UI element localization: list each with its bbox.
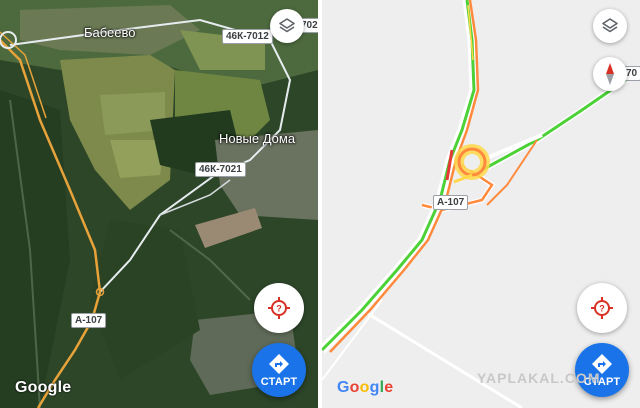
road-shield-a-107: A-107 (71, 313, 107, 328)
place-label-babeevo: Бабеево (84, 25, 136, 40)
compass-button[interactable] (593, 57, 627, 91)
start-label: СТАРТ (260, 375, 298, 388)
place-label-novye-doma: Новые Дома (219, 131, 296, 146)
compass-icon (606, 63, 614, 85)
unknown-location-icon: ? (591, 297, 613, 319)
start-navigation-button[interactable]: СТАРТ (252, 343, 306, 397)
navigation-arrow-icon (269, 353, 289, 374)
watermark: YAPLAKAL.COM (477, 370, 601, 386)
layers-button[interactable] (593, 9, 627, 43)
svg-text:?: ? (276, 304, 282, 314)
my-location-button[interactable]: ? (254, 283, 304, 333)
google-logo: Google (15, 379, 72, 396)
unknown-location-icon: ? (268, 297, 290, 319)
layers-icon (279, 18, 295, 33)
my-location-button[interactable]: ? (577, 283, 627, 333)
screenshot-root: Бабеево Новые Дома 46К-7012 46К-7021 A-1… (0, 0, 640, 408)
traffic-map-panel[interactable]: A-107 70 ? СТАРТ YAPLAKAL.COM Google (322, 0, 640, 408)
road-shield-46k-7012: 46К-7012 (222, 29, 273, 44)
google-logo: Google (337, 379, 394, 396)
svg-text:?: ? (599, 304, 605, 314)
satellite-map-panel[interactable]: Бабеево Новые Дома 46К-7012 46К-7021 A-1… (0, 0, 318, 408)
layers-icon (602, 18, 618, 33)
road-shield-46k-7021: 46К-7021 (195, 162, 246, 177)
layers-button[interactable] (270, 9, 304, 43)
road-shield-a-107: A-107 (433, 195, 469, 210)
